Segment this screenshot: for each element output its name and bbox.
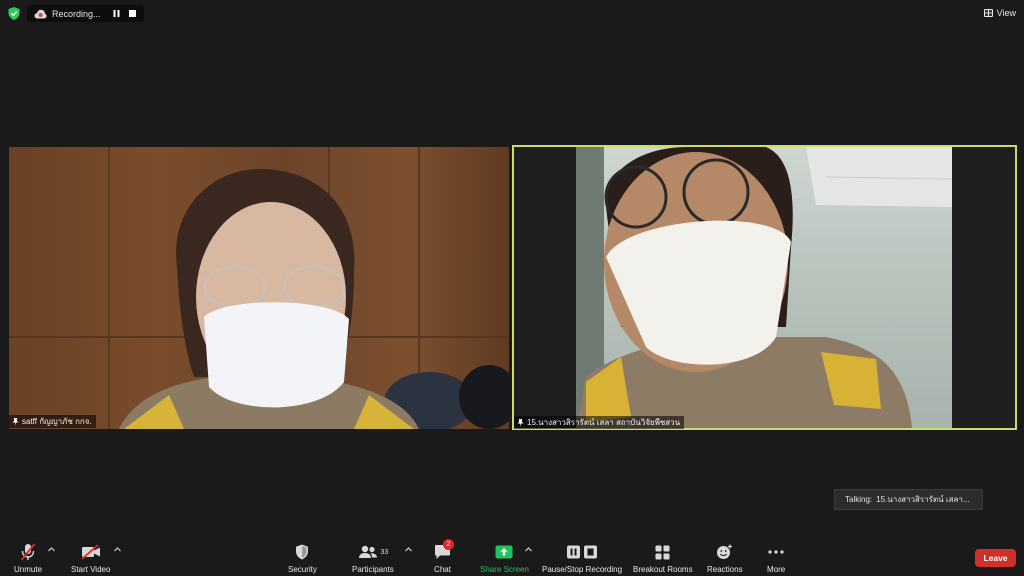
view-label: View [996, 7, 1016, 18]
participant-video-image [576, 147, 952, 428]
reactions-button[interactable]: Reactions [707, 541, 743, 574]
participants-count: 33 [380, 548, 389, 556]
more-dots-icon [768, 550, 784, 554]
pause-recording-button[interactable] [108, 6, 124, 21]
participant-name-tag: satff กัญญาภัช กกจ. [9, 415, 96, 428]
chat-button[interactable]: 2 Chat [434, 539, 454, 574]
participant-video-feed [576, 147, 952, 428]
video-options-caret-icon[interactable] [113, 546, 122, 553]
recording-label: Recording... [52, 8, 101, 19]
start-video-button[interactable]: Start Video [71, 541, 110, 574]
share-options-caret-icon[interactable] [524, 546, 533, 553]
pause-icon [113, 10, 119, 17]
reactions-smiley-icon [717, 544, 733, 559]
share-screen-icon [495, 545, 513, 559]
stop-recording-button[interactable] [124, 6, 140, 21]
participants-button[interactable]: 33 Participants [352, 541, 394, 574]
active-speaker-video-tile[interactable]: 15.นางสาวสิรารัตน์ เสลา สถาบันวิจัยพืชสว… [512, 145, 1017, 430]
talking-name: 15.นางสาวสิรารัตน์ เสลา... [876, 495, 970, 504]
breakout-rooms-label: Breakout Rooms [633, 565, 693, 574]
talking-label: Talking: [845, 495, 873, 504]
view-button[interactable]: View [983, 5, 1016, 20]
start-video-label: Start Video [71, 565, 111, 574]
chat-label: Chat [434, 565, 451, 574]
share-screen-button[interactable]: Share Screen [480, 541, 529, 574]
security-shield-icon[interactable] [8, 7, 20, 20]
pause-stop-recording-label: Pause/Stop Recording [542, 565, 623, 574]
unmute-label: Unmute [14, 565, 43, 574]
breakout-rooms-button[interactable]: Breakout Rooms [633, 541, 693, 574]
shield-icon [296, 544, 309, 560]
reactions-label: Reactions [707, 565, 743, 574]
recording-indicator: Recording... [27, 5, 144, 22]
security-button[interactable]: Security [288, 541, 317, 574]
talking-indicator: Talking: 15.นางสาวสิรารัตน์ เสลา... [834, 489, 983, 510]
participant-name-tag: 15.นางสาวสิรารัตน์ เสลา สถาบันวิจัยพืชสว… [514, 416, 685, 429]
security-label: Security [288, 565, 317, 574]
unmute-button[interactable]: Unmute [14, 541, 42, 574]
participants-icon [358, 545, 377, 558]
breakout-rooms-icon [655, 545, 670, 559]
more-button[interactable]: More [767, 541, 785, 574]
cloud-recording-icon [34, 9, 47, 18]
pin-icon [12, 417, 19, 426]
audio-options-caret-icon[interactable] [47, 546, 56, 553]
participant-name: satff กัญญาภัช กกจ. [22, 417, 92, 426]
participant-name: 15.นางสาวสิรารัตน์ เสลา สถาบันวิจัยพืชสว… [527, 418, 681, 427]
participant-video-tile[interactable]: satff กัญญาภัช กกจ. [9, 147, 509, 429]
pause-stop-icon [567, 545, 598, 559]
stop-icon [128, 10, 136, 17]
participants-label: Participants [352, 565, 394, 574]
participants-options-caret-icon[interactable] [404, 546, 413, 553]
pin-icon [517, 418, 524, 427]
participant-video-feed [9, 147, 509, 429]
leave-button[interactable]: Leave [975, 549, 1016, 567]
grid-view-icon [983, 8, 993, 17]
more-label: More [767, 565, 786, 574]
share-screen-label: Share Screen [480, 565, 529, 574]
pause-stop-recording-button[interactable]: Pause/Stop Recording [542, 541, 622, 574]
chat-unread-badge: 2 [443, 539, 454, 550]
video-off-icon [81, 544, 100, 560]
muted-microphone-icon [20, 543, 36, 561]
